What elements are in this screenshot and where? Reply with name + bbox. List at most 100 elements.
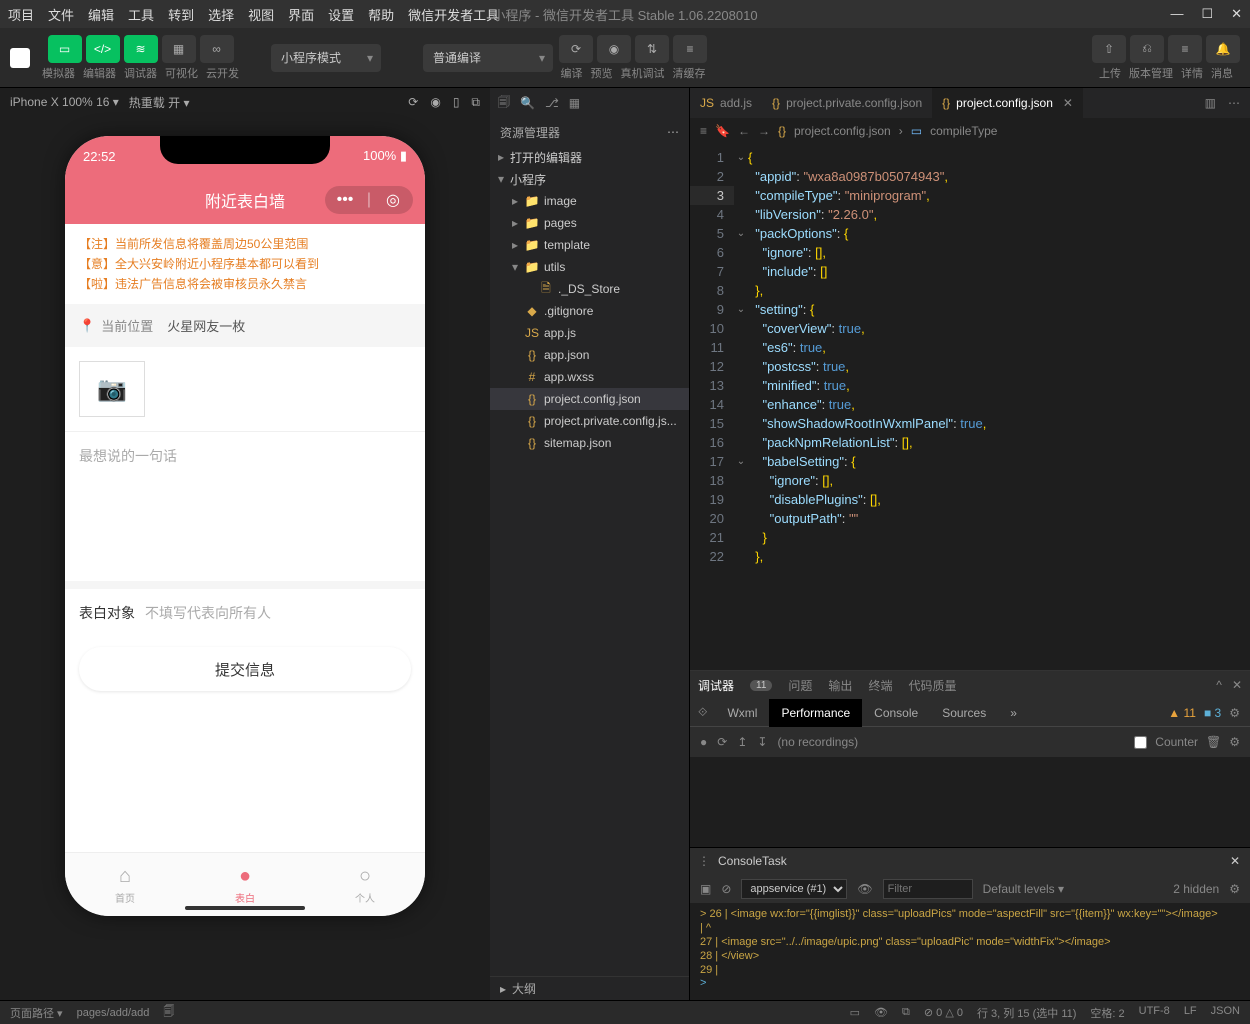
terminal-tab[interactable]: 终端 [868, 677, 892, 694]
compile-select[interactable]: 普通编译 [423, 44, 553, 72]
section-open-editors[interactable]: ▸打开的编辑器 [490, 146, 689, 168]
device-select[interactable]: iPhone X 100% 16 ▾ [10, 95, 119, 109]
code-editor[interactable]: 12345678910111213141516171819202122 ⌄⌄⌄⌄… [690, 144, 1250, 670]
more-actions-icon[interactable]: ⋯ [1228, 96, 1240, 110]
explorer-more-icon[interactable]: ⋯ [667, 125, 679, 139]
target-input[interactable]: 不填写代表向所有人 [145, 603, 271, 623]
menu-help[interactable]: 帮助 [368, 5, 394, 24]
tab-private-config[interactable]: {}project.private.config.json [762, 88, 932, 118]
capsule-menu-icon[interactable]: ••• [333, 191, 357, 209]
tree-item-._DS_Store[interactable]: 🗎._DS_Store [490, 278, 689, 300]
counter-check[interactable] [1134, 736, 1147, 749]
files-icon[interactable]: 🗐 [498, 93, 510, 114]
menu-goto[interactable]: 转到 [168, 5, 194, 24]
performance-tab[interactable]: Performance [769, 699, 862, 727]
hotreload-select[interactable]: 热重载 开 ▾ [129, 94, 190, 111]
tree-item-template[interactable]: ▸📁template [490, 234, 689, 256]
levels-select[interactable]: Default levels ▾ [983, 882, 1064, 896]
perf-reload-icon[interactable]: ⟳ [717, 735, 727, 749]
panel-close-icon[interactable]: ✕ [1232, 678, 1242, 692]
menu-view[interactable]: 视图 [248, 5, 274, 24]
popout-icon[interactable]: ⧉ [471, 95, 480, 110]
section-project[interactable]: ▾小程序 [490, 168, 689, 190]
tree-item-sitemap.json[interactable]: {}sitemap.json [490, 432, 689, 454]
tab-project-config[interactable]: {}project.config.json✕ [932, 88, 1083, 118]
warn-count[interactable]: ▲ 11 [1168, 706, 1196, 720]
tab-close-icon[interactable]: ✕ [1063, 96, 1073, 110]
eye-icon[interactable]: 👁 [857, 882, 872, 896]
menu-edit[interactable]: 编辑 [88, 5, 114, 24]
maximize-icon[interactable]: ☐ [1201, 6, 1213, 22]
tab-profile[interactable]: ○个人 [305, 853, 425, 916]
info-count[interactable]: ■ 3 [1204, 706, 1221, 720]
console-tab[interactable]: Console [862, 699, 930, 727]
perf-gear-icon[interactable]: ⚙ [1229, 735, 1240, 749]
encoding[interactable]: UTF-8 [1139, 1005, 1170, 1021]
simulator-button[interactable]: ▭ [48, 35, 82, 63]
split-editor-icon[interactable]: ▥ [1205, 96, 1216, 110]
console-subtab[interactable]: Console [718, 854, 762, 868]
menu-file[interactable]: 文件 [48, 5, 74, 24]
perf-download-icon[interactable]: ↧ [757, 735, 767, 749]
output-tab[interactable]: 输出 [828, 677, 852, 694]
crumb-prop[interactable]: compileType [930, 124, 997, 138]
refresh-icon[interactable]: ⟳ [408, 95, 418, 110]
devtools-settings-icon[interactable]: ⚙ [1229, 706, 1240, 720]
version-button[interactable]: ⎌ [1130, 35, 1164, 63]
tree-item-project.private.config.js...[interactable]: {}project.private.config.js... [490, 410, 689, 432]
close-icon[interactable]: ✕ [1231, 6, 1242, 22]
console-top-icon[interactable]: ▣ [700, 882, 711, 896]
scm-icon[interactable]: ⎇ [545, 96, 559, 110]
perf-upload-icon[interactable]: ↥ [737, 735, 747, 749]
visual-button[interactable]: ▦ [162, 35, 196, 63]
console-clear-icon[interactable]: ⊘ [721, 882, 731, 896]
detail-button[interactable]: ≡ [1168, 35, 1202, 63]
menu-devtools[interactable]: 微信开发者工具 [408, 5, 499, 24]
console-gear-icon[interactable]: ⚙ [1229, 882, 1240, 896]
search-icon[interactable]: 🔍 [520, 96, 535, 110]
cloud-button[interactable]: ∞ [200, 35, 234, 63]
perf-trash-icon[interactable]: 🗑 [1206, 735, 1221, 749]
menu-tools[interactable]: 工具 [128, 5, 154, 24]
preview-button[interactable]: ◉ [597, 35, 631, 63]
status-scene-icon[interactable]: ▭ [850, 1006, 860, 1019]
context-select[interactable]: appservice (#1) [741, 879, 847, 899]
language-mode[interactable]: JSON [1211, 1005, 1240, 1021]
tree-item-project.config.json[interactable]: {}project.config.json [490, 388, 689, 410]
compile-button[interactable]: ⟳ [559, 35, 593, 63]
outline-section[interactable]: ▸大纲 [490, 976, 689, 1000]
tree-item-app.js[interactable]: JSapp.js [490, 322, 689, 344]
capsule-close-icon[interactable]: ◎ [381, 190, 405, 210]
tree-item-pages[interactable]: ▸📁pages [490, 212, 689, 234]
upload-image-button[interactable]: 📷 [79, 361, 145, 417]
notify-button[interactable]: 🔔 [1206, 35, 1240, 63]
tree-item-utils[interactable]: ▾📁utils [490, 256, 689, 278]
inspect-icon[interactable]: ⟐ [690, 705, 715, 720]
sources-tab[interactable]: Sources [930, 699, 998, 727]
console-menu-icon[interactable]: ⋮ [690, 854, 718, 868]
cursor-position[interactable]: 行 3, 列 15 (选中 11) [977, 1005, 1076, 1021]
menu-select[interactable]: 选择 [208, 5, 234, 24]
debugger-tab[interactable]: 调试器 [698, 677, 734, 694]
hidden-count[interactable]: 2 hidden [1173, 882, 1219, 896]
problems-count[interactable]: ⊘ 0 △ 0 [924, 1006, 963, 1019]
submit-button[interactable]: 提交信息 [79, 647, 411, 691]
tree-item-app.json[interactable]: {}app.json [490, 344, 689, 366]
clear-cache-button[interactable]: ≡ [673, 35, 707, 63]
path-label[interactable]: 页面路径 ▾ [10, 1005, 63, 1021]
tab-home[interactable]: ⌂首页 [65, 853, 185, 916]
menu-project[interactable]: 项目 [8, 5, 34, 24]
mode-select[interactable]: 小程序模式 [271, 44, 381, 72]
tree-item-image[interactable]: ▸📁image [490, 190, 689, 212]
problems-tab[interactable]: 问题 [788, 677, 812, 694]
menu-ui[interactable]: 界面 [288, 5, 314, 24]
message-textarea[interactable]: 最想说的一句话 [65, 431, 425, 581]
crumb-file[interactable]: project.config.json [794, 124, 891, 138]
task-subtab[interactable]: Task [762, 854, 787, 868]
tree-item-app.wxss[interactable]: #app.wxss [490, 366, 689, 388]
panel-up-icon[interactable]: ^ [1216, 678, 1222, 692]
more-tabs-icon[interactable]: » [998, 699, 1029, 727]
filter-input[interactable] [883, 879, 973, 899]
rotate-icon[interactable]: ▯ [453, 95, 460, 110]
editor-button[interactable]: </> [86, 35, 120, 63]
